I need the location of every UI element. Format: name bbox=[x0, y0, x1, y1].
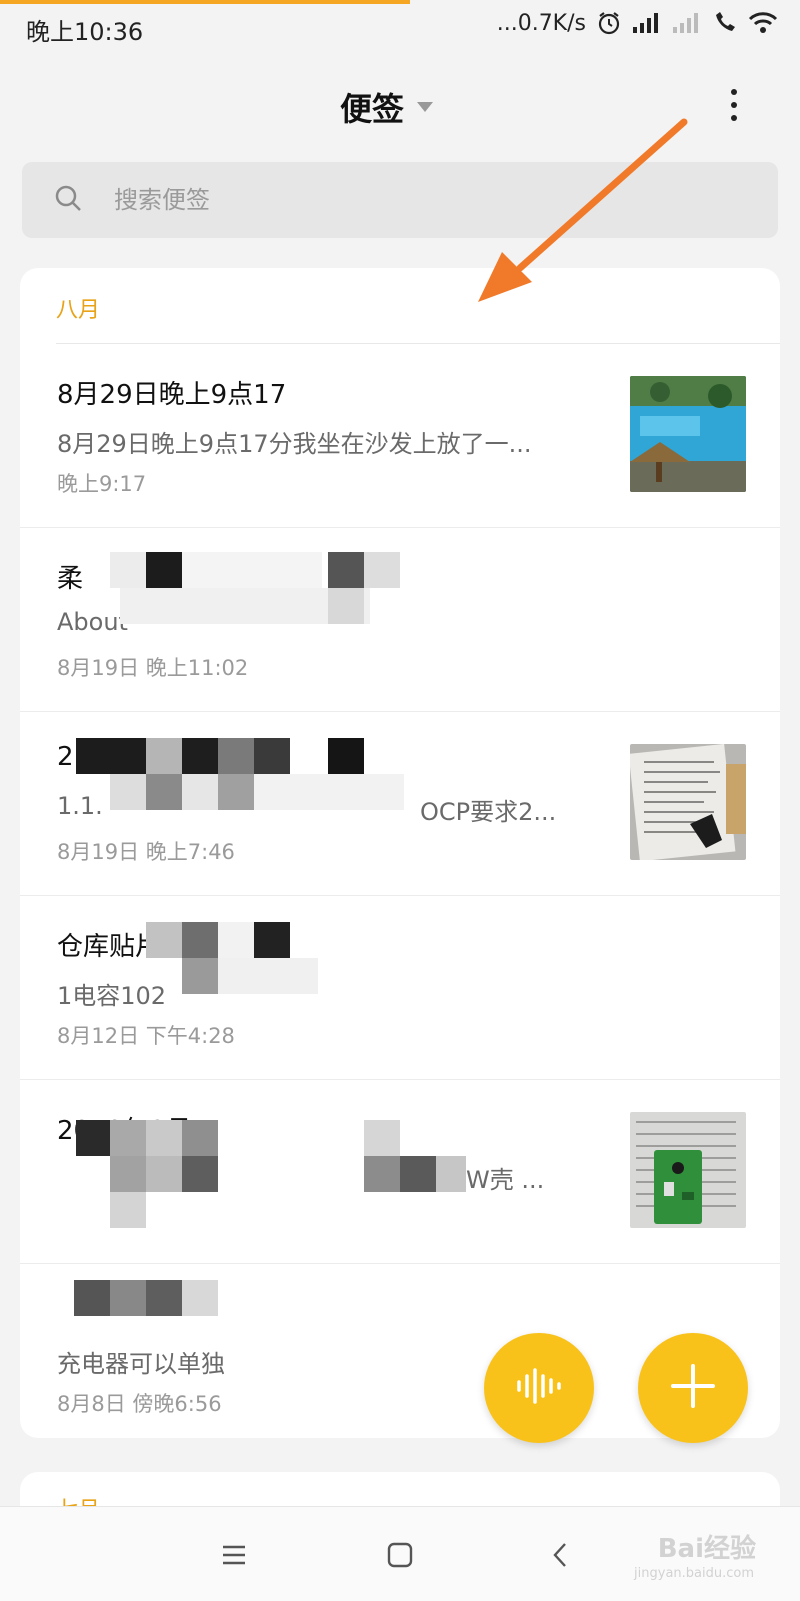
privacy-mosaic bbox=[328, 738, 364, 774]
privacy-mosaic bbox=[76, 1120, 112, 1156]
privacy-mosaic bbox=[182, 1120, 218, 1156]
privacy-mosaic bbox=[182, 1280, 218, 1316]
note-preview: 充电器可以单独 bbox=[57, 1350, 225, 1378]
note-preview-tail: OCP要求2... bbox=[420, 798, 557, 826]
privacy-mosaic bbox=[146, 1156, 182, 1192]
signal-icon bbox=[632, 12, 662, 34]
privacy-mosaic bbox=[182, 1156, 218, 1192]
search-input[interactable] bbox=[112, 185, 676, 215]
privacy-mosaic bbox=[182, 738, 218, 774]
privacy-mosaic bbox=[146, 774, 182, 810]
note-thumbnail-document bbox=[630, 744, 746, 860]
privacy-mosaic bbox=[110, 1280, 146, 1316]
privacy-mosaic bbox=[110, 552, 146, 588]
note-preview: 1电容102 bbox=[57, 982, 167, 1010]
app-header: 便签 bbox=[0, 70, 800, 140]
privacy-mosaic bbox=[254, 774, 404, 810]
note-time: 8月8日 傍晚6:56 bbox=[57, 1392, 222, 1416]
menu-button[interactable] bbox=[214, 1537, 254, 1577]
privacy-mosaic bbox=[364, 552, 400, 588]
note-preview: About bbox=[57, 608, 128, 636]
privacy-mosaic bbox=[218, 774, 254, 810]
privacy-mosaic bbox=[436, 1156, 466, 1192]
privacy-mosaic bbox=[146, 552, 182, 588]
section-label: 八月 bbox=[56, 298, 101, 323]
note-preview: 8月29日晚上9点17分我坐在沙发上放了一... bbox=[57, 430, 532, 458]
note-preview: 1.1. bbox=[57, 792, 103, 820]
note-preview-tail: W壳 ... bbox=[466, 1166, 545, 1194]
notes-card-august: 八月 8月29日晚上9点17 8月29日晚上9点17分我坐在沙发上放了一... … bbox=[20, 268, 780, 1438]
alarm-icon bbox=[596, 10, 622, 36]
call-icon bbox=[712, 11, 738, 35]
note-title: 柔 bbox=[57, 564, 84, 594]
watermark-url: jingyan.baidu.com bbox=[634, 1566, 754, 1581]
watermark-logo: Bai经验 bbox=[657, 1534, 756, 1564]
privacy-mosaic bbox=[254, 922, 290, 958]
privacy-mosaic bbox=[182, 552, 322, 588]
privacy-mosaic bbox=[218, 922, 254, 958]
note-thumbnail-pool bbox=[630, 376, 746, 492]
note-time: 晚上9:17 bbox=[57, 472, 147, 496]
privacy-mosaic bbox=[76, 738, 146, 774]
privacy-mosaic bbox=[146, 738, 182, 774]
note-thumbnail-circuit-board bbox=[630, 1112, 746, 1228]
privacy-mosaic bbox=[182, 774, 218, 810]
status-icons: ...0.7K/s bbox=[497, 10, 778, 36]
more-options-button[interactable] bbox=[722, 86, 746, 126]
privacy-mosaic bbox=[74, 1280, 110, 1316]
home-icon bbox=[387, 1542, 413, 1572]
network-speed: ...0.7K/s bbox=[496, 10, 586, 36]
note-item[interactable]: 仓库贴片 1电容102 8月12日 下午4:28 bbox=[20, 896, 780, 1080]
signal-icon-secondary bbox=[672, 12, 702, 34]
note-title: 2 bbox=[57, 742, 74, 772]
privacy-mosaic bbox=[110, 1156, 146, 1192]
privacy-mosaic bbox=[182, 922, 218, 958]
privacy-mosaic bbox=[218, 738, 254, 774]
note-item[interactable]: 柔 About 8月19日 晚上11:02 bbox=[20, 528, 780, 712]
privacy-mosaic bbox=[146, 1120, 182, 1156]
more-vertical-icon bbox=[722, 89, 746, 130]
note-item[interactable]: 8月29日晚上9点17 8月29日晚上9点17分我坐在沙发上放了一... 晚上9… bbox=[20, 344, 780, 528]
note-item[interactable]: 2019年8月 W壳 ... bbox=[20, 1080, 780, 1264]
back-icon bbox=[551, 1541, 569, 1573]
privacy-mosaic bbox=[328, 588, 364, 624]
plus-icon bbox=[670, 1363, 716, 1413]
wifi-icon bbox=[748, 11, 778, 35]
privacy-mosaic bbox=[254, 738, 290, 774]
privacy-mosaic bbox=[110, 774, 146, 810]
privacy-mosaic bbox=[182, 958, 218, 994]
back-button[interactable] bbox=[540, 1537, 580, 1577]
title-dropdown[interactable]: 便签 bbox=[340, 84, 434, 130]
note-title: 8月29日晚上9点17 bbox=[57, 380, 287, 410]
search-bar[interactable] bbox=[22, 162, 778, 238]
page-title: 便签 bbox=[340, 90, 405, 128]
search-icon bbox=[22, 184, 82, 216]
privacy-mosaic bbox=[400, 1156, 436, 1192]
note-time: 8月19日 晚上7:46 bbox=[57, 840, 235, 864]
privacy-mosaic bbox=[110, 1120, 146, 1156]
waveform-icon bbox=[514, 1366, 564, 1410]
voice-note-button[interactable] bbox=[484, 1333, 594, 1443]
privacy-mosaic bbox=[364, 1156, 400, 1192]
privacy-mosaic bbox=[146, 922, 182, 958]
menu-icon bbox=[221, 1544, 247, 1570]
note-item[interactable]: 2 1.1. OCP要求2... 8月19日 晚上7:46 bbox=[20, 712, 780, 896]
add-note-button[interactable] bbox=[638, 1333, 748, 1443]
privacy-mosaic bbox=[218, 958, 318, 994]
privacy-mosaic bbox=[328, 552, 364, 588]
home-button[interactable] bbox=[380, 1537, 420, 1577]
privacy-mosaic bbox=[146, 1280, 182, 1316]
privacy-mosaic bbox=[364, 1120, 400, 1156]
triangle-down-icon bbox=[416, 98, 434, 117]
note-time: 8月12日 下午4:28 bbox=[57, 1024, 235, 1048]
note-time: 8月19日 晚上11:02 bbox=[57, 656, 249, 680]
privacy-mosaic bbox=[110, 1192, 146, 1228]
status-time: 晚上10:36 bbox=[26, 18, 144, 46]
status-bar: 晚上10:36 ...0.7K/s bbox=[0, 0, 800, 52]
